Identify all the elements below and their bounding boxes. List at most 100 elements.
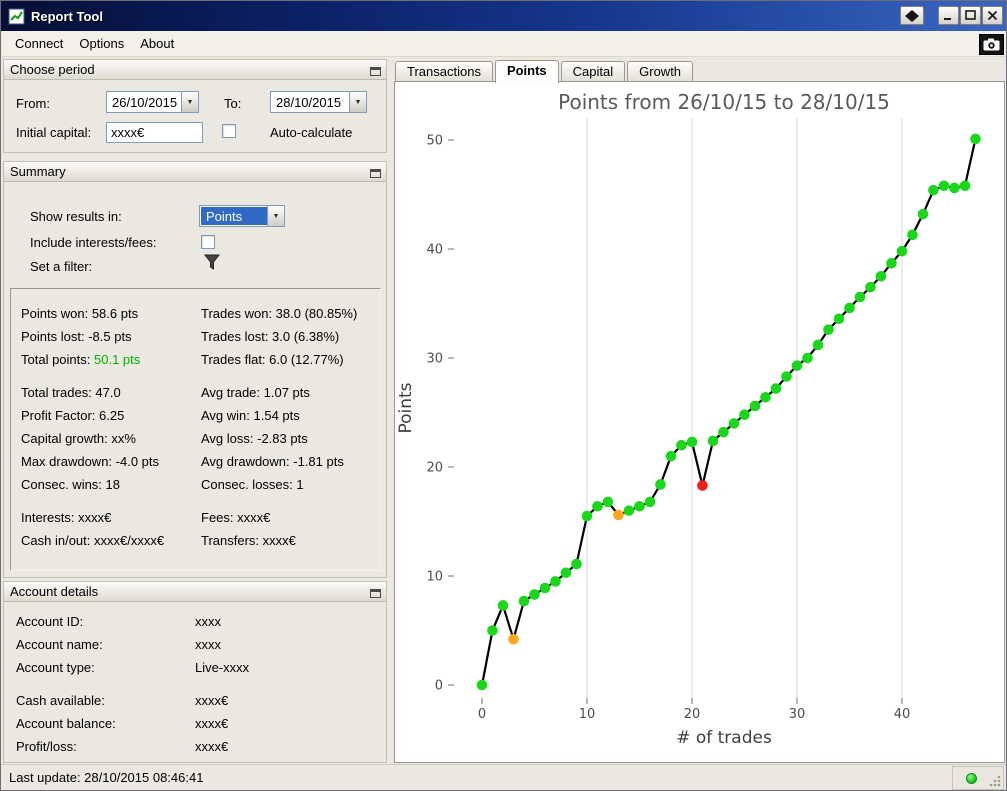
stat-item: Points lost: -8.5 pts	[21, 329, 132, 344]
svg-text:20: 20	[684, 707, 701, 722]
dock-window-button[interactable]	[900, 6, 924, 25]
chevron-down-icon[interactable]: ▼	[349, 92, 366, 112]
data-point	[833, 313, 845, 325]
data-point	[739, 409, 750, 421]
data-point	[896, 245, 908, 257]
tab-transactions[interactable]: Transactions	[395, 61, 493, 82]
stat-item: Total trades: 47.0	[21, 385, 121, 400]
stat-item: Trades won: 38.0 (80.85%)	[201, 306, 358, 321]
summary-stats: Points won: 58.6 pts Trades won: 38.0 (80…	[10, 288, 381, 571]
svg-text:40: 40	[894, 707, 911, 722]
data-point	[539, 582, 551, 594]
show-results-label: Show results in:	[30, 209, 122, 224]
stat-item: Capital growth: xx%	[21, 431, 136, 446]
menu-connect[interactable]: Connect	[7, 32, 71, 55]
data-point	[497, 600, 509, 611]
tab-capital[interactable]: Capital	[560, 61, 626, 82]
data-point	[802, 352, 813, 364]
stat-item: Trades lost: 3.0 (6.38%)	[201, 329, 340, 344]
data-point	[644, 496, 656, 508]
to-label: To:	[224, 96, 242, 111]
close-icon	[987, 10, 998, 21]
include-interests-checkbox[interactable]	[201, 235, 215, 249]
x-axis-label: # of trades	[676, 728, 772, 748]
close-button[interactable]	[982, 6, 1003, 25]
auto-calculate-checkbox[interactable]	[222, 124, 236, 138]
data-point	[812, 339, 824, 351]
stat-item: Max drawdown: -4.0 pts	[21, 454, 160, 469]
minimize-button[interactable]	[938, 6, 959, 25]
tab-points[interactable]: Points	[494, 60, 559, 83]
account-value: Live-xxxx	[195, 660, 250, 675]
menu-options[interactable]: Options	[71, 32, 132, 55]
panel-title-account-details: Account details	[10, 584, 99, 599]
data-point	[592, 500, 603, 512]
data-point	[854, 291, 866, 303]
from-date-select[interactable]: 26/10/2015 ▼	[106, 91, 199, 113]
data-point	[718, 426, 729, 438]
data-point	[581, 510, 593, 522]
maximize-button[interactable]	[960, 6, 981, 25]
to-date-select[interactable]: 28/10/2015 ▼	[270, 91, 367, 113]
last-update-text: Last update: 28/10/2015 08:46:41	[9, 770, 204, 785]
float-panel-button[interactable]	[369, 585, 382, 598]
float-panel-icon	[370, 67, 381, 76]
screenshot-button[interactable]	[979, 34, 1004, 55]
data-point	[949, 182, 960, 194]
data-point	[476, 679, 488, 691]
data-point	[770, 383, 782, 394]
data-point	[686, 436, 698, 448]
data-point	[959, 180, 971, 192]
data-point	[571, 558, 582, 570]
account-value: xxxx	[195, 614, 221, 629]
funnel-icon	[203, 254, 221, 270]
set-filter-label: Set a filter:	[30, 259, 93, 274]
panel-header-summary[interactable]: Summary	[4, 162, 386, 182]
panel-header-account-details[interactable]: Account details	[4, 582, 386, 602]
svg-text:20: 20	[426, 461, 443, 476]
chart-title: Points from 26/10/15 to 28/10/15	[558, 90, 890, 114]
float-panel-button[interactable]	[369, 63, 382, 76]
account-label: Account balance:	[16, 716, 116, 731]
account-label: Cash available:	[16, 693, 105, 708]
include-interests-label: Include interests/fees:	[30, 235, 157, 250]
data-point	[665, 450, 677, 462]
resize-grip-icon[interactable]	[989, 775, 1002, 788]
points-tab-page: 0 10 20 30 40 50 0 10 20 30 40 Points from 26/10/15…	[394, 81, 1005, 763]
stat-item: Consec. losses: 1	[201, 477, 304, 492]
data-point	[917, 208, 929, 220]
titlebar[interactable]: Report Tool	[1, 1, 1006, 31]
show-results-value: Points	[201, 207, 267, 225]
svg-text:30: 30	[789, 707, 806, 722]
data-point	[875, 270, 887, 282]
stat-item: Transfers: xxxx€	[201, 533, 296, 548]
statusbar: Last update: 28/10/2015 08:46:41	[1, 764, 1006, 790]
initial-capital-input[interactable]	[106, 122, 203, 143]
stat-item: Profit Factor: 6.25	[21, 408, 125, 423]
chevron-down-icon[interactable]: ▼	[267, 206, 284, 226]
menu-about[interactable]: About	[132, 32, 182, 55]
stat-item: Avg drawdown: -1.81 pts	[201, 454, 344, 469]
data-point	[623, 505, 635, 516]
filter-button[interactable]	[203, 254, 221, 274]
window-title: Report Tool	[31, 8, 103, 24]
menubar: Connect Options About	[2, 31, 1006, 57]
data-point	[707, 435, 719, 447]
svg-text:0: 0	[478, 707, 486, 722]
show-results-select[interactable]: Points ▼	[199, 205, 285, 227]
data-point	[865, 281, 876, 293]
data-point	[781, 371, 792, 382]
data-point	[760, 391, 771, 403]
panel-header-choose-period[interactable]: Choose period	[4, 60, 386, 80]
chevron-down-icon[interactable]: ▼	[181, 92, 198, 112]
data-point	[560, 567, 572, 579]
account-label: Account type:	[16, 660, 95, 675]
tab-growth[interactable]: Growth	[627, 61, 694, 82]
account-value: xxxx€	[195, 716, 229, 731]
data-point	[634, 500, 645, 512]
panel-account-details: Account details Account ID: xxxx Account n…	[3, 581, 387, 763]
float-panel-button[interactable]	[369, 165, 382, 178]
connection-status-cell	[952, 766, 1004, 790]
account-value: xxxx	[195, 637, 221, 652]
stat-item: Avg loss: -2.83 pts	[201, 431, 308, 446]
